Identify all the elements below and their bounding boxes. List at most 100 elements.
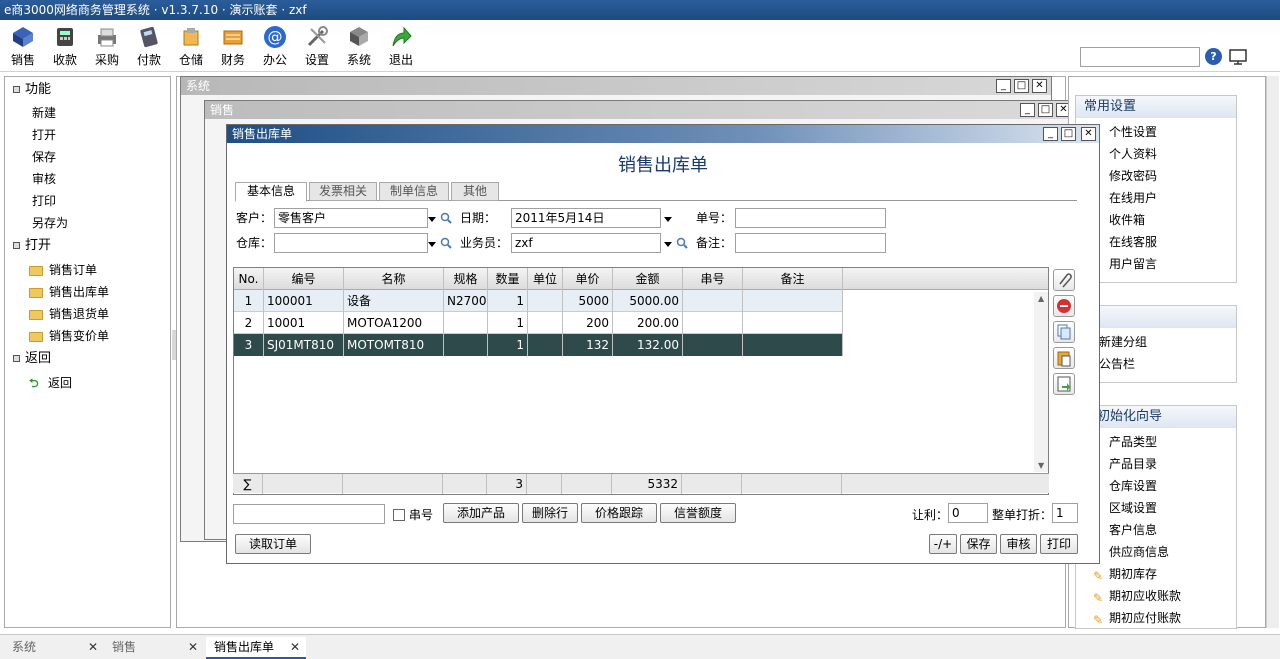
link-inbox[interactable]: 收件箱 — [1109, 211, 1145, 229]
rate-field[interactable]: 1 — [1052, 503, 1078, 523]
link-profile[interactable]: 个人资料 — [1109, 145, 1157, 163]
search-icon[interactable] — [440, 212, 452, 224]
maximize-button[interactable]: □ — [1038, 103, 1053, 117]
copy-button[interactable] — [1053, 321, 1075, 343]
col-remark[interactable]: 备注 — [743, 268, 843, 290]
scroll-up-icon[interactable]: ▲ — [1038, 294, 1044, 303]
link-personal-settings[interactable]: 个性设置 — [1109, 123, 1157, 141]
minimize-button[interactable]: _ — [996, 79, 1011, 93]
right-scrollbar[interactable] — [1266, 76, 1279, 628]
table-row-selected[interactable]: 3 SJ01MT810 MOTOMT810 1 132 132.00 — [234, 334, 843, 356]
price-track-button[interactable]: 价格跟踪 — [581, 503, 657, 523]
maximize-button[interactable]: □ — [1014, 79, 1029, 93]
link-product-catalog[interactable]: 产品目录 — [1109, 455, 1157, 473]
toolbar-finance-button[interactable]: 财务 — [213, 22, 253, 70]
salesman-field[interactable]: zxf — [511, 233, 661, 253]
serial-checkbox[interactable] — [393, 509, 405, 521]
product-search-input[interactable] — [233, 504, 385, 524]
col-serial[interactable]: 串号 — [683, 268, 743, 290]
nav-sales-order[interactable]: 销售订单 — [29, 261, 97, 279]
discount-field[interactable]: 0 — [948, 503, 988, 523]
col-price[interactable]: 单价 — [563, 268, 613, 290]
col-unit[interactable]: 单位 — [528, 268, 563, 290]
tab-basic-info[interactable]: 基本信息 — [235, 182, 307, 202]
link-change-password[interactable]: 修改密码 — [1109, 167, 1157, 185]
col-spec[interactable]: 规格 — [444, 268, 488, 290]
nav-audit[interactable]: 审核 — [32, 170, 56, 188]
toolbar-system-button[interactable]: 系统 — [339, 22, 379, 70]
nav-new[interactable]: 新建 — [32, 104, 56, 122]
chevron-down-icon[interactable] — [428, 217, 436, 222]
link-warehouse-settings[interactable]: 仓库设置 — [1109, 477, 1157, 495]
nav-save[interactable]: 保存 — [32, 148, 56, 166]
toolbar-settings-button[interactable]: 设置 — [297, 22, 337, 70]
date-field[interactable]: 2011年5月14日 — [511, 208, 661, 228]
link-opening-stock[interactable]: 期初库存 — [1109, 565, 1157, 583]
warehouse-field[interactable] — [274, 233, 428, 253]
audit-button[interactable]: 审核 — [1000, 534, 1037, 554]
doc-no-field[interactable] — [735, 208, 886, 228]
tab-sales-outbound[interactable]: 销售出库单 ✕ — [206, 637, 306, 659]
paste-button[interactable] — [1053, 347, 1075, 369]
scroll-down-icon[interactable]: ▼ — [1038, 461, 1044, 470]
close-icon[interactable]: ✕ — [188, 637, 198, 657]
toolbar-exit-button[interactable]: 退出 — [381, 22, 421, 70]
toolbar-office-button[interactable]: @ 办公 — [255, 22, 295, 70]
link-region-settings[interactable]: 区域设置 — [1109, 499, 1157, 517]
link-product-type[interactable]: 产品类型 — [1109, 433, 1157, 451]
credit-limit-button[interactable]: 信誉额度 — [660, 503, 736, 523]
print-button[interactable]: 打印 — [1040, 534, 1078, 554]
close-icon[interactable]: ✕ — [88, 637, 98, 657]
customer-field[interactable]: 零售客户 — [274, 208, 428, 228]
minimize-button[interactable]: _ — [1020, 103, 1035, 117]
toolbar-purchase-button[interactable]: 采购 — [87, 22, 127, 70]
nav-sales-outbound[interactable]: 销售出库单 — [29, 283, 109, 301]
minimize-button[interactable]: _ — [1043, 127, 1058, 141]
col-no[interactable]: No. — [234, 268, 264, 290]
link-new-group[interactable]: 新建分组 — [1099, 333, 1147, 351]
monitor-icon[interactable] — [1228, 47, 1248, 67]
table-row[interactable]: 2 10001 MOTOA1200 1 200 200.00 — [234, 312, 843, 334]
close-button[interactable]: ✕ — [1081, 127, 1096, 141]
link-customer-info[interactable]: 客户信息 — [1109, 521, 1157, 539]
chevron-down-icon[interactable] — [664, 242, 672, 247]
global-search-input[interactable] — [1080, 47, 1200, 67]
toolbar-warehouse-button[interactable]: 仓储 — [171, 22, 211, 70]
grid-scrollbar[interactable]: ▲ ▼ — [1034, 292, 1048, 472]
sign-toggle-button[interactable]: -/+ — [929, 534, 957, 554]
read-order-button[interactable]: 读取订单 — [235, 534, 311, 554]
help-icon[interactable]: ? — [1205, 48, 1222, 65]
chevron-down-icon[interactable] — [664, 217, 672, 222]
search-icon[interactable] — [676, 237, 688, 249]
col-name[interactable]: 名称 — [344, 268, 444, 290]
tab-other[interactable]: 其他 — [451, 182, 499, 201]
link-online-users[interactable]: 在线用户 — [1109, 189, 1157, 207]
col-qty[interactable]: 数量 — [488, 268, 528, 290]
section-back[interactable]: 返回 — [13, 350, 51, 368]
close-button[interactable]: ✕ — [1032, 79, 1047, 93]
link-opening-payable[interactable]: 期初应付账款 — [1109, 609, 1181, 627]
nav-open[interactable]: 打开 — [32, 126, 56, 144]
nav-sales-price-change[interactable]: 销售变价单 — [29, 327, 109, 345]
toolbar-sales-button[interactable]: 销售 — [3, 22, 43, 70]
nav-save-as[interactable]: 另存为 — [32, 214, 68, 232]
section-open[interactable]: 打开 — [13, 237, 51, 255]
add-product-button[interactable]: 添加产品 — [443, 503, 519, 523]
delete-row-button[interactable]: 删除行 — [522, 503, 578, 523]
nav-print[interactable]: 打印 — [32, 192, 56, 210]
export-button[interactable] — [1053, 373, 1075, 395]
close-icon[interactable]: ✕ — [290, 637, 300, 657]
toolbar-receive-button[interactable]: 收款 — [45, 22, 85, 70]
nav-back[interactable]: ⮌ 返回 — [29, 374, 72, 392]
tab-creator-info[interactable]: 制单信息 — [379, 182, 449, 201]
search-icon[interactable] — [440, 237, 452, 249]
tab-system[interactable]: 系统 ✕ — [4, 637, 104, 659]
col-code[interactable]: 编号 — [264, 268, 344, 290]
tab-invoice[interactable]: 发票相关 — [309, 182, 377, 201]
col-amount[interactable]: 金额 — [613, 268, 683, 290]
link-online-service[interactable]: 在线客服 — [1109, 233, 1157, 251]
chevron-down-icon[interactable] — [428, 242, 436, 247]
remark-field[interactable] — [735, 233, 886, 253]
table-row[interactable]: 1 100001 设备 N2700 1 5000 5000.00 — [234, 290, 843, 312]
link-opening-receivable[interactable]: 期初应收账款 — [1109, 587, 1181, 605]
